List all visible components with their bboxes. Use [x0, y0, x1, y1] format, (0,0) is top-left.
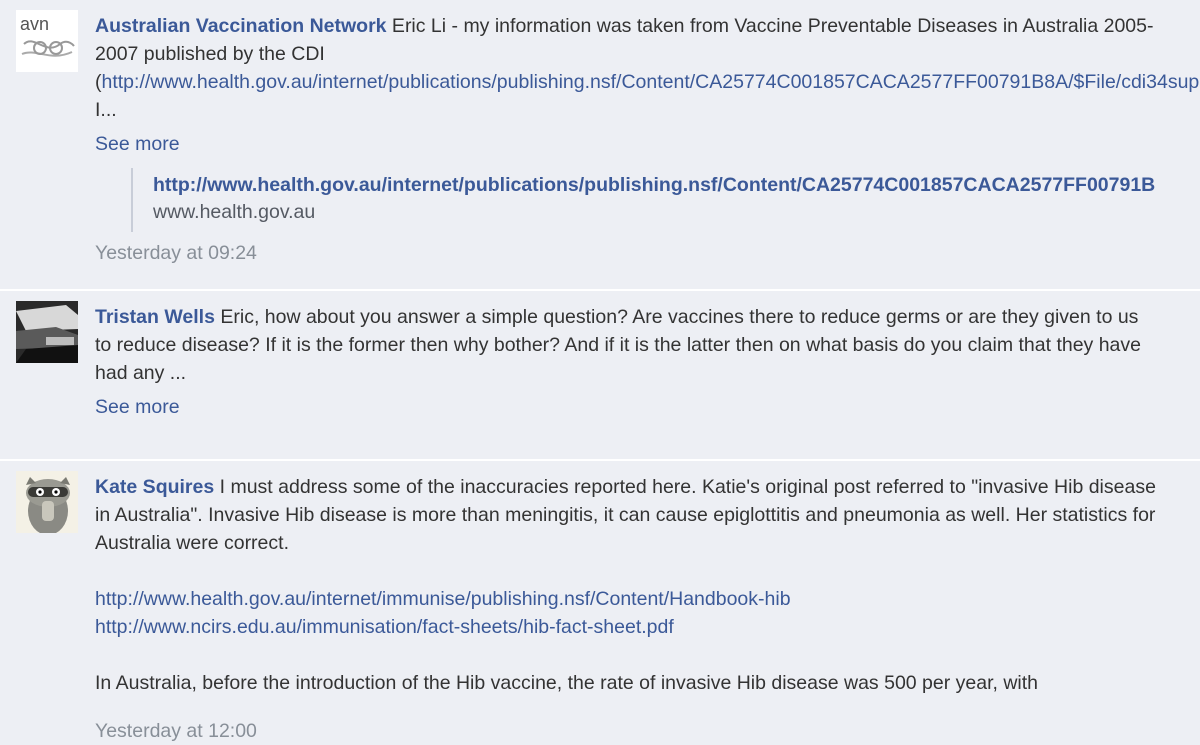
- comment-item: avn Australian Vaccination Network Eric …: [0, 0, 1200, 291]
- avatar[interactable]: [16, 471, 78, 533]
- avn-logo-icon: avn: [16, 10, 78, 72]
- raccoon-cartoon-icon: [16, 471, 78, 533]
- link-list: http://www.health.gov.au/internet/immuni…: [95, 585, 1160, 641]
- comment-body: Kate Squires I must address some of the …: [95, 473, 1160, 697]
- user-photo-icon: [16, 301, 78, 363]
- timestamp[interactable]: Yesterday at 09:24: [95, 242, 257, 265]
- avatar[interactable]: [16, 301, 78, 363]
- see-more-link[interactable]: See more: [95, 393, 1160, 421]
- comment-author[interactable]: Kate Squires: [95, 476, 214, 498]
- link-preview-domain: www.health.gov.au: [153, 199, 1160, 226]
- comment-item: Tristan Wells Eric, how about you answer…: [0, 291, 1200, 461]
- comment-paragraph: In Australia, before the introduction of…: [95, 669, 1160, 697]
- comment-author[interactable]: Australian Vaccination Network: [95, 15, 387, 37]
- comment-link[interactable]: http://www.health.gov.au/internet/public…: [102, 71, 1200, 93]
- comment-body: Australian Vaccination Network Eric Li -…: [95, 12, 1160, 232]
- avatar[interactable]: avn: [16, 10, 78, 72]
- comment-link[interactable]: http://www.health.gov.au/internet/immuni…: [95, 585, 1160, 613]
- svg-text:avn: avn: [20, 14, 49, 34]
- comment-link[interactable]: http://www.ncirs.edu.au/immunisation/fac…: [95, 613, 1160, 641]
- comment-text: Eric, how about you answer a simple ques…: [95, 306, 1141, 384]
- link-preview[interactable]: http://www.health.gov.au/internet/public…: [131, 168, 1160, 232]
- comment-body: Tristan Wells Eric, how about you answer…: [95, 303, 1160, 421]
- comment-text: I must address some of the inaccuracies …: [95, 476, 1156, 554]
- see-more-link[interactable]: See more: [95, 130, 1160, 158]
- timestamp[interactable]: Yesterday at 12:00: [95, 717, 257, 745]
- link-preview-title[interactable]: http://www.health.gov.au/internet/public…: [153, 172, 1160, 199]
- comment-author[interactable]: Tristan Wells: [95, 306, 215, 328]
- comment-item: Kate Squires I must address some of the …: [0, 461, 1200, 688]
